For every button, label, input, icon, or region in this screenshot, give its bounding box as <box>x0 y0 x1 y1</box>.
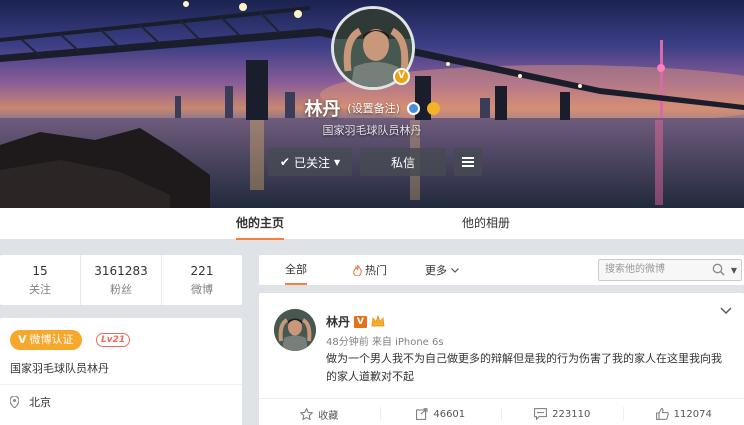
search-icon[interactable] <box>712 263 725 276</box>
feed-tab-all[interactable]: 全部 <box>285 255 307 285</box>
profile-cover: V 林丹 (设置备注) 国家羽毛球队员林丹 ✔ 已关注 ▼ 私信 <box>0 0 744 208</box>
divider <box>0 384 242 385</box>
stat-posts-label: 微博 <box>191 283 213 296</box>
post-author-name[interactable]: 林丹 <box>326 313 350 330</box>
post-menu-chevron-icon[interactable] <box>720 307 732 315</box>
star-icon <box>300 408 314 420</box>
caret-down-icon: ▼ <box>333 157 341 167</box>
comment-button[interactable]: 223110 <box>502 407 624 421</box>
check-icon: ✔ <box>279 155 290 169</box>
tab-home[interactable]: 他的主页 <box>236 208 285 240</box>
weibo-post-card: 林丹 V 48分钟前 来自 iPhone 6s 做为一个男人我不为自己做更多的辩… <box>259 293 744 425</box>
chevron-down-icon <box>451 267 459 273</box>
weibo-verified-tag[interactable]: V 微博认证 <box>10 330 82 350</box>
favorite-label: 收藏 <box>318 410 339 422</box>
comment-icon <box>534 408 548 420</box>
search-placeholder: 搜索他的微博 <box>605 264 665 275</box>
search-dropdown-icon[interactable]: ▼ <box>731 261 737 281</box>
tab-album[interactable]: 他的相册 <box>462 208 510 240</box>
like-count: 112074 <box>673 408 712 420</box>
message-button[interactable]: 私信 <box>360 148 446 176</box>
verified-v-icon: V <box>18 333 27 346</box>
stat-posts-num: 221 <box>190 264 214 278</box>
post-meta: 48分钟前 来自 iPhone 6s <box>326 337 444 348</box>
message-button-label: 私信 <box>390 155 415 170</box>
stat-posts[interactable]: 221 微博 <box>162 255 242 305</box>
author-photo <box>274 309 316 351</box>
follow-button[interactable]: ✔ 已关注 ▼ <box>268 148 352 176</box>
search-input[interactable]: 搜索他的微博 ▼ <box>598 259 742 281</box>
set-remark-link[interactable]: (设置备注) <box>347 102 400 115</box>
profile-stats: 15 关注 3161283 粉丝 221 微博 <box>0 255 242 305</box>
post-author: 林丹 V <box>326 313 385 330</box>
stat-following-num: 15 <box>32 264 48 278</box>
like-button[interactable]: 112074 <box>624 407 744 421</box>
stat-following-label: 关注 <box>29 283 51 296</box>
repost-count: 46601 <box>433 408 466 420</box>
stat-followers-label: 粉丝 <box>110 283 132 296</box>
feed-tab-hot-label: 热门 <box>365 263 387 277</box>
verified-v-icon: V <box>354 315 368 328</box>
location-text: 北京 <box>29 396 51 409</box>
profile-info-card: V 微博认证 Lv21 国家羽毛球队员林丹 北京 <box>0 318 242 425</box>
verify-tag-label: 微博认证 <box>29 333 74 346</box>
feed-tab-more[interactable]: 更多 <box>425 255 459 285</box>
location-pin-icon <box>10 396 19 408</box>
level-badge[interactable]: Lv21 <box>96 333 131 347</box>
crown-icon <box>371 315 385 327</box>
post-actions: 收藏 46601 223110 112074 <box>259 398 744 425</box>
feed-tab-hot[interactable]: 热门 <box>353 255 387 285</box>
hamburger-icon <box>462 157 474 167</box>
comment-count: 223110 <box>552 408 591 420</box>
verified-v-badge-icon: V <box>393 68 410 85</box>
info-description: 国家羽毛球队员林丹 <box>10 362 109 375</box>
stat-followers-num: 3161283 <box>94 264 148 278</box>
more-menu-button[interactable] <box>454 148 482 176</box>
repost-button[interactable]: 46601 <box>381 407 502 421</box>
profile-bio: 国家羽毛球队员林丹 <box>322 124 422 137</box>
member-badge-icon <box>406 101 420 115</box>
favorite-button[interactable]: 收藏 <box>259 407 381 422</box>
info-location: 北京 <box>10 394 51 410</box>
post-author-avatar[interactable] <box>274 309 316 351</box>
feed-tab-more-label: 更多 <box>425 263 447 277</box>
profile-tabs: 他的主页 他的相册 <box>0 208 744 240</box>
repost-icon <box>416 408 428 420</box>
post-content: 做为一个男人我不为自己做更多的辩解但是我的行为伤害了我的家人在这里我向我的家人道… <box>326 352 722 383</box>
stat-following[interactable]: 15 关注 <box>0 255 81 305</box>
feed-filter-bar: 全部 热门 更多 搜索他的微博 ▼ <box>259 255 744 285</box>
crown-badge-icon <box>426 101 440 115</box>
follow-button-label: 已关注 <box>293 155 330 170</box>
flame-icon <box>353 264 362 276</box>
profile-name: 林丹 <box>304 99 341 120</box>
thumbs-up-icon <box>655 408 669 420</box>
stat-followers[interactable]: 3161283 粉丝 <box>81 255 162 305</box>
